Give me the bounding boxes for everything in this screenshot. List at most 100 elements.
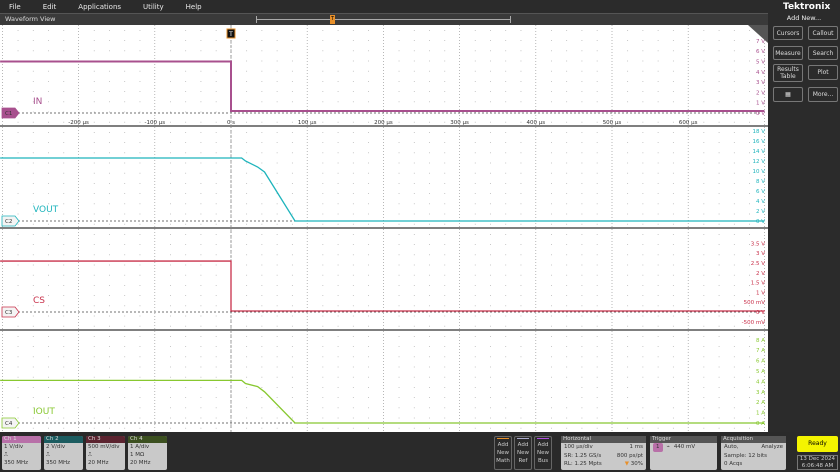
grid-dot: [703, 60, 705, 62]
grid-dot: [474, 387, 476, 388]
grid-dot: [185, 427, 187, 429]
grid-dot: [32, 376, 34, 378]
grid-dot: [596, 162, 598, 164]
search-button[interactable]: Search: [808, 46, 838, 60]
grid-dot: [109, 162, 110, 164]
menu-utility[interactable]: Utility: [143, 3, 164, 11]
channel-marker-c1[interactable]: C1: [1, 107, 20, 119]
results-table-button[interactable]: Results Table: [773, 64, 803, 82]
channel-badge-2[interactable]: Ch 22 V/div ⎍ 350 MHz: [44, 436, 83, 470]
grid-dot: [261, 183, 263, 184]
grid-dot: [429, 315, 430, 317]
grid-dot: [93, 387, 95, 388]
grid-dot: [246, 152, 248, 154]
grid-dot: [703, 407, 705, 409]
grid-dot: [596, 356, 598, 358]
record-view-scrollbar[interactable]: [256, 16, 511, 23]
menu-edit[interactable]: Edit: [43, 3, 57, 11]
grid-dot: [672, 315, 674, 317]
grid-dot: [291, 91, 293, 92]
zoom-grid-button[interactable]: ▦: [773, 87, 803, 102]
cursors-button[interactable]: Cursors: [773, 26, 803, 40]
trigger-position-marker[interactable]: T: [330, 15, 335, 24]
grid-dot: [398, 81, 400, 82]
grid-dot: [474, 305, 476, 307]
plot-button[interactable]: Plot: [808, 65, 838, 80]
grid-dot: [520, 101, 522, 103]
grid-dot: [48, 132, 49, 133]
grid-dot: [215, 336, 217, 337]
grid-dot: [276, 234, 278, 235]
grid-dot: [17, 305, 19, 307]
grid-dot: [490, 60, 491, 62]
channel-marker-c4[interactable]: C4: [1, 417, 20, 429]
add-new-button-3[interactable]: Add New Bus: [534, 436, 552, 470]
menu-file[interactable]: File: [9, 3, 21, 11]
grid-dot: [215, 70, 217, 72]
menu-help[interactable]: Help: [186, 3, 202, 11]
grid-dot: [429, 407, 430, 409]
run-status-badge[interactable]: Ready: [797, 436, 838, 452]
channel-badge-3[interactable]: Ch 3 500 mV/div ⎍ 20 MHz: [86, 436, 125, 470]
add-new-button-1[interactable]: Add New Math: [494, 436, 512, 470]
vertical-axis-label: 2 V: [756, 90, 765, 96]
grid-dot: [672, 387, 674, 388]
trigger-badge[interactable]: Trigger 1 ⌁ 440 mV: [650, 436, 717, 470]
grid-dot: [63, 254, 65, 256]
grid-dot: [642, 203, 644, 205]
grid-dot: [124, 397, 126, 398]
measure-button[interactable]: Measure: [773, 46, 803, 60]
grid-dot: [109, 417, 110, 419]
grid-dot: [322, 264, 324, 266]
waveform-plot[interactable]: -200 µs -100 µs 0 s 100 µs 200 µs 300 µs 400 µ…: [0, 25, 768, 432]
grid-dot: [352, 172, 354, 174]
channel-badge-title: Ch 1: [2, 436, 41, 443]
grid-dot: [139, 387, 141, 388]
callout-button[interactable]: Callout: [808, 26, 838, 40]
grid-dot: [185, 162, 187, 164]
grid-dot: [139, 305, 141, 307]
add-new-button-2[interactable]: Add New Ref: [514, 436, 532, 470]
grid-dot: [551, 70, 552, 72]
grid-dot: [291, 397, 293, 398]
grid-dot: [413, 346, 415, 347]
grid-dot: [566, 274, 568, 276]
grid-dot: [474, 50, 476, 52]
grid-dot: [551, 172, 552, 174]
channel-marker-c2[interactable]: C2: [1, 215, 20, 227]
grid-dot: [581, 132, 583, 133]
grid-dot: [322, 305, 324, 307]
grid-dot: [672, 101, 674, 103]
grid-dot: [352, 417, 354, 419]
trigger-marker[interactable]: T: [226, 28, 236, 39]
acquisition-badge[interactable]: Acquisition Auto, Analyze Sample: 12 bits…: [721, 436, 786, 470]
grid-dot: [261, 356, 263, 358]
grid-dot: [490, 264, 491, 266]
grid-dot: [261, 336, 263, 337]
grid-dot: [352, 213, 354, 215]
grid-dot: [444, 60, 446, 62]
grid-dot: [551, 91, 552, 92]
grid-dot: [672, 152, 674, 154]
grid-dot: [322, 397, 324, 398]
menu-applications[interactable]: Applications: [78, 3, 121, 11]
grid-dot: [63, 356, 65, 358]
horizontal-badge[interactable]: Horizontal 100 µs/div 1 ms SR: 1.25 GS/s 8…: [561, 436, 646, 470]
grid-dot: [474, 356, 476, 358]
channel-badge-1[interactable]: Ch 11 V/div ⎍ 350 MHz: [2, 436, 41, 470]
horizontal-title: Horizontal: [561, 436, 646, 443]
channel-marker-c3[interactable]: C3: [1, 306, 20, 318]
grid-dot: [429, 346, 430, 347]
grid-dot: [566, 315, 568, 317]
grid-dot: [672, 132, 674, 133]
grid-dot: [17, 264, 19, 266]
grid-dot: [352, 121, 354, 123]
grid-dot: [505, 325, 507, 327]
grid-dot: [642, 356, 644, 358]
grid-dot: [398, 162, 400, 164]
grid-dot: [474, 132, 476, 133]
vertical-axis-label: 2 V: [756, 209, 765, 215]
grid-dot: [672, 366, 674, 368]
more-button[interactable]: More...: [808, 87, 838, 102]
channel-badge-4[interactable]: Ch 41 A/div 1 MΩ 20 MHz: [128, 436, 167, 470]
